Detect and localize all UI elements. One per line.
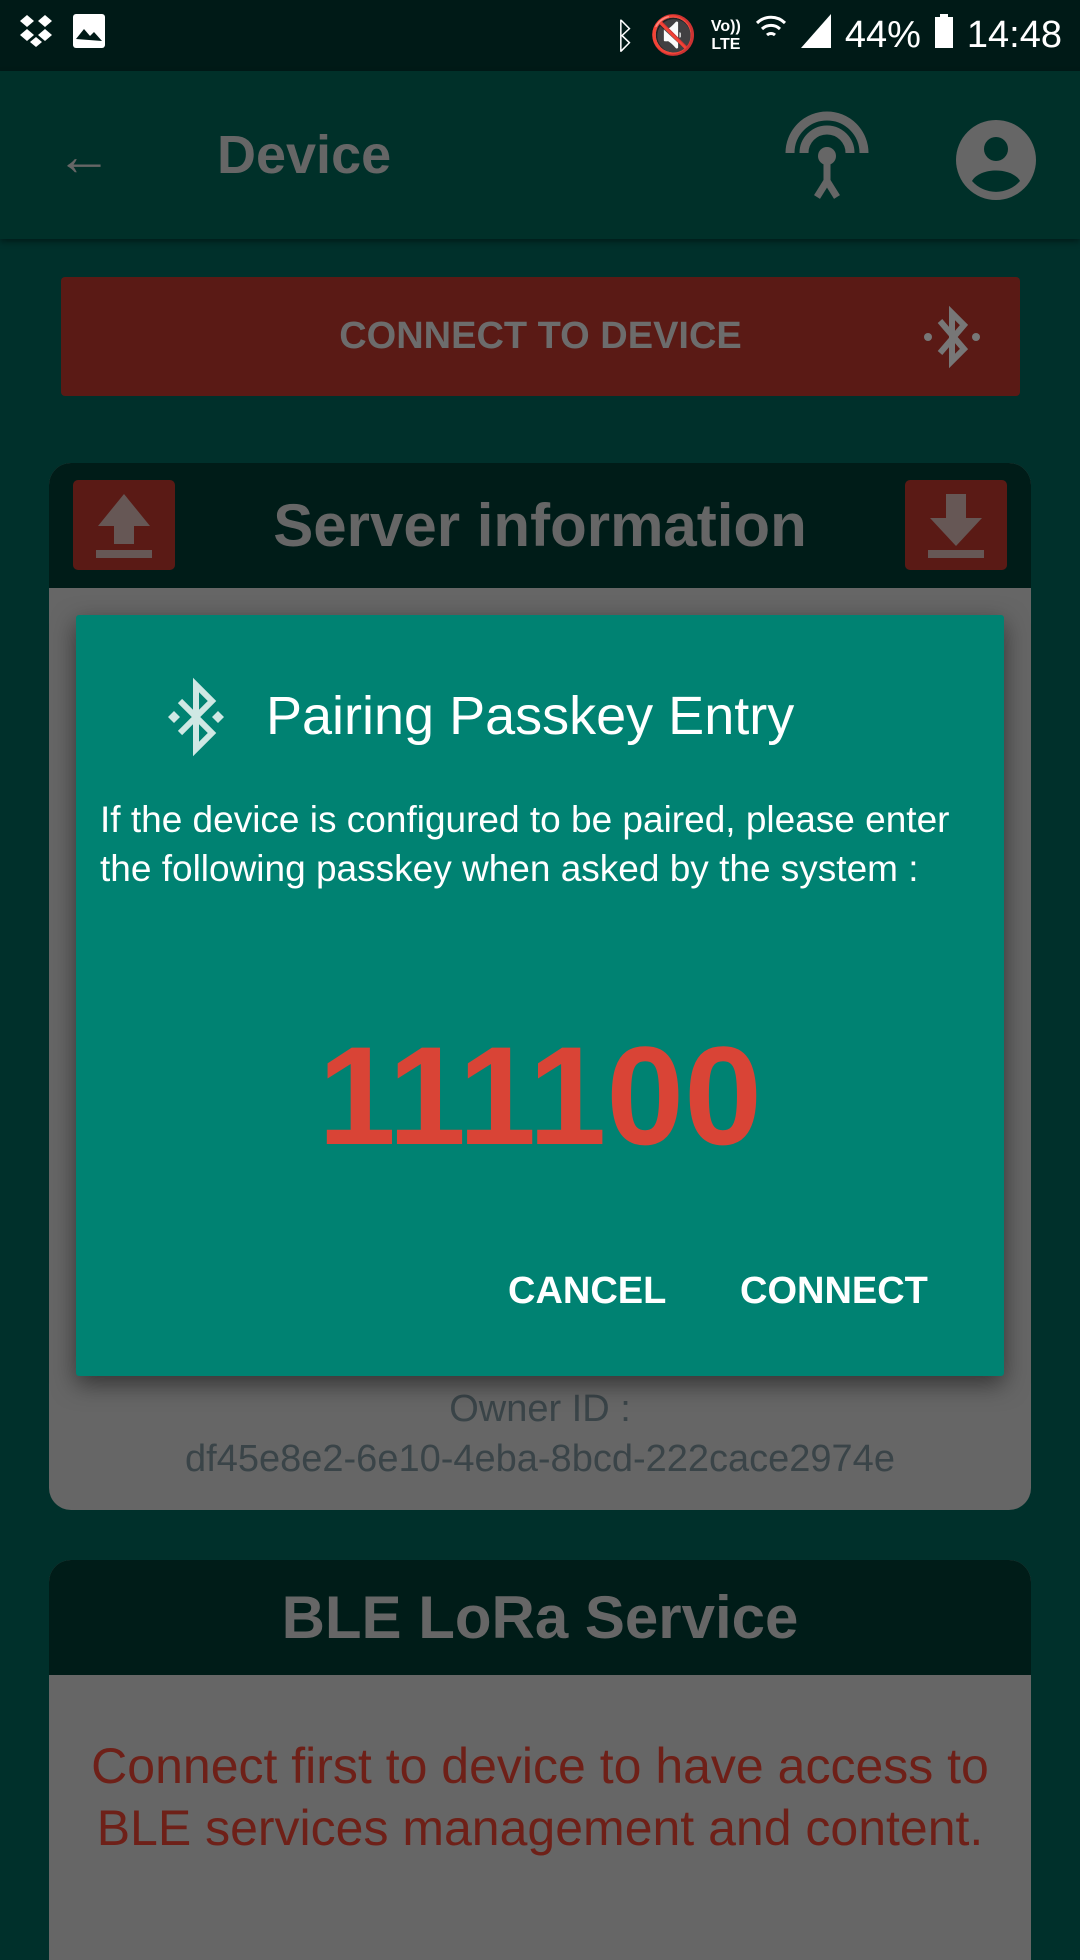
- antenna-icon[interactable]: [782, 111, 872, 206]
- volte-icon: Vo)) LTE: [710, 17, 741, 53]
- clock: 14:48: [966, 14, 1062, 56]
- cancel-button[interactable]: CANCEL: [508, 1270, 666, 1313]
- wifi-icon: [755, 13, 787, 59]
- dialog-title: Pairing Passkey Entry: [266, 686, 795, 746]
- battery-charging-icon: [934, 13, 953, 58]
- owner-id-label: Owner ID :: [449, 1388, 631, 1430]
- status-bar: ᛒ 🔇 Vo)) LTE 44% 14:48: [0, 0, 1080, 71]
- download-icon: [928, 494, 984, 558]
- card-title: Server information: [273, 492, 807, 559]
- ble-lora-service-card: BLE LoRa Service Connect first to device…: [49, 1560, 1031, 1960]
- bluetooth-icon: ᛒ: [613, 14, 636, 56]
- pairing-passkey-dialog: Pairing Passkey Entry If the device is c…: [76, 615, 1004, 1376]
- dropbox-icon: [18, 13, 54, 59]
- bluetooth-icon: [156, 675, 236, 764]
- bluetooth-icon: [914, 299, 990, 385]
- upload-button[interactable]: [73, 480, 175, 570]
- connect-first-message: Connect first to device to have access t…: [91, 1738, 989, 1856]
- passkey: 111100: [318, 1017, 762, 1174]
- battery-level: 44%: [844, 14, 921, 56]
- account-icon[interactable]: [955, 119, 1037, 206]
- mute-icon: 🔇: [649, 14, 697, 57]
- toolbar: ← Device: [0, 71, 1080, 239]
- connect-button[interactable]: CONNECT: [740, 1270, 928, 1313]
- upload-icon: [96, 494, 152, 558]
- dialog-message: If the device is configured to be paired…: [100, 799, 950, 889]
- card-title: BLE LoRa Service: [281, 1584, 799, 1651]
- signal-icon: [800, 13, 831, 58]
- download-button[interactable]: [905, 480, 1007, 570]
- connect-to-device-button[interactable]: CONNECT TO DEVICE: [61, 277, 1020, 396]
- back-arrow-icon[interactable]: ←: [56, 123, 112, 188]
- gallery-icon: [72, 13, 106, 59]
- owner-id-value: df45e8e2-6e10-4eba-8bcd-222cace2974e: [185, 1438, 895, 1480]
- page-title: Device: [217, 125, 392, 185]
